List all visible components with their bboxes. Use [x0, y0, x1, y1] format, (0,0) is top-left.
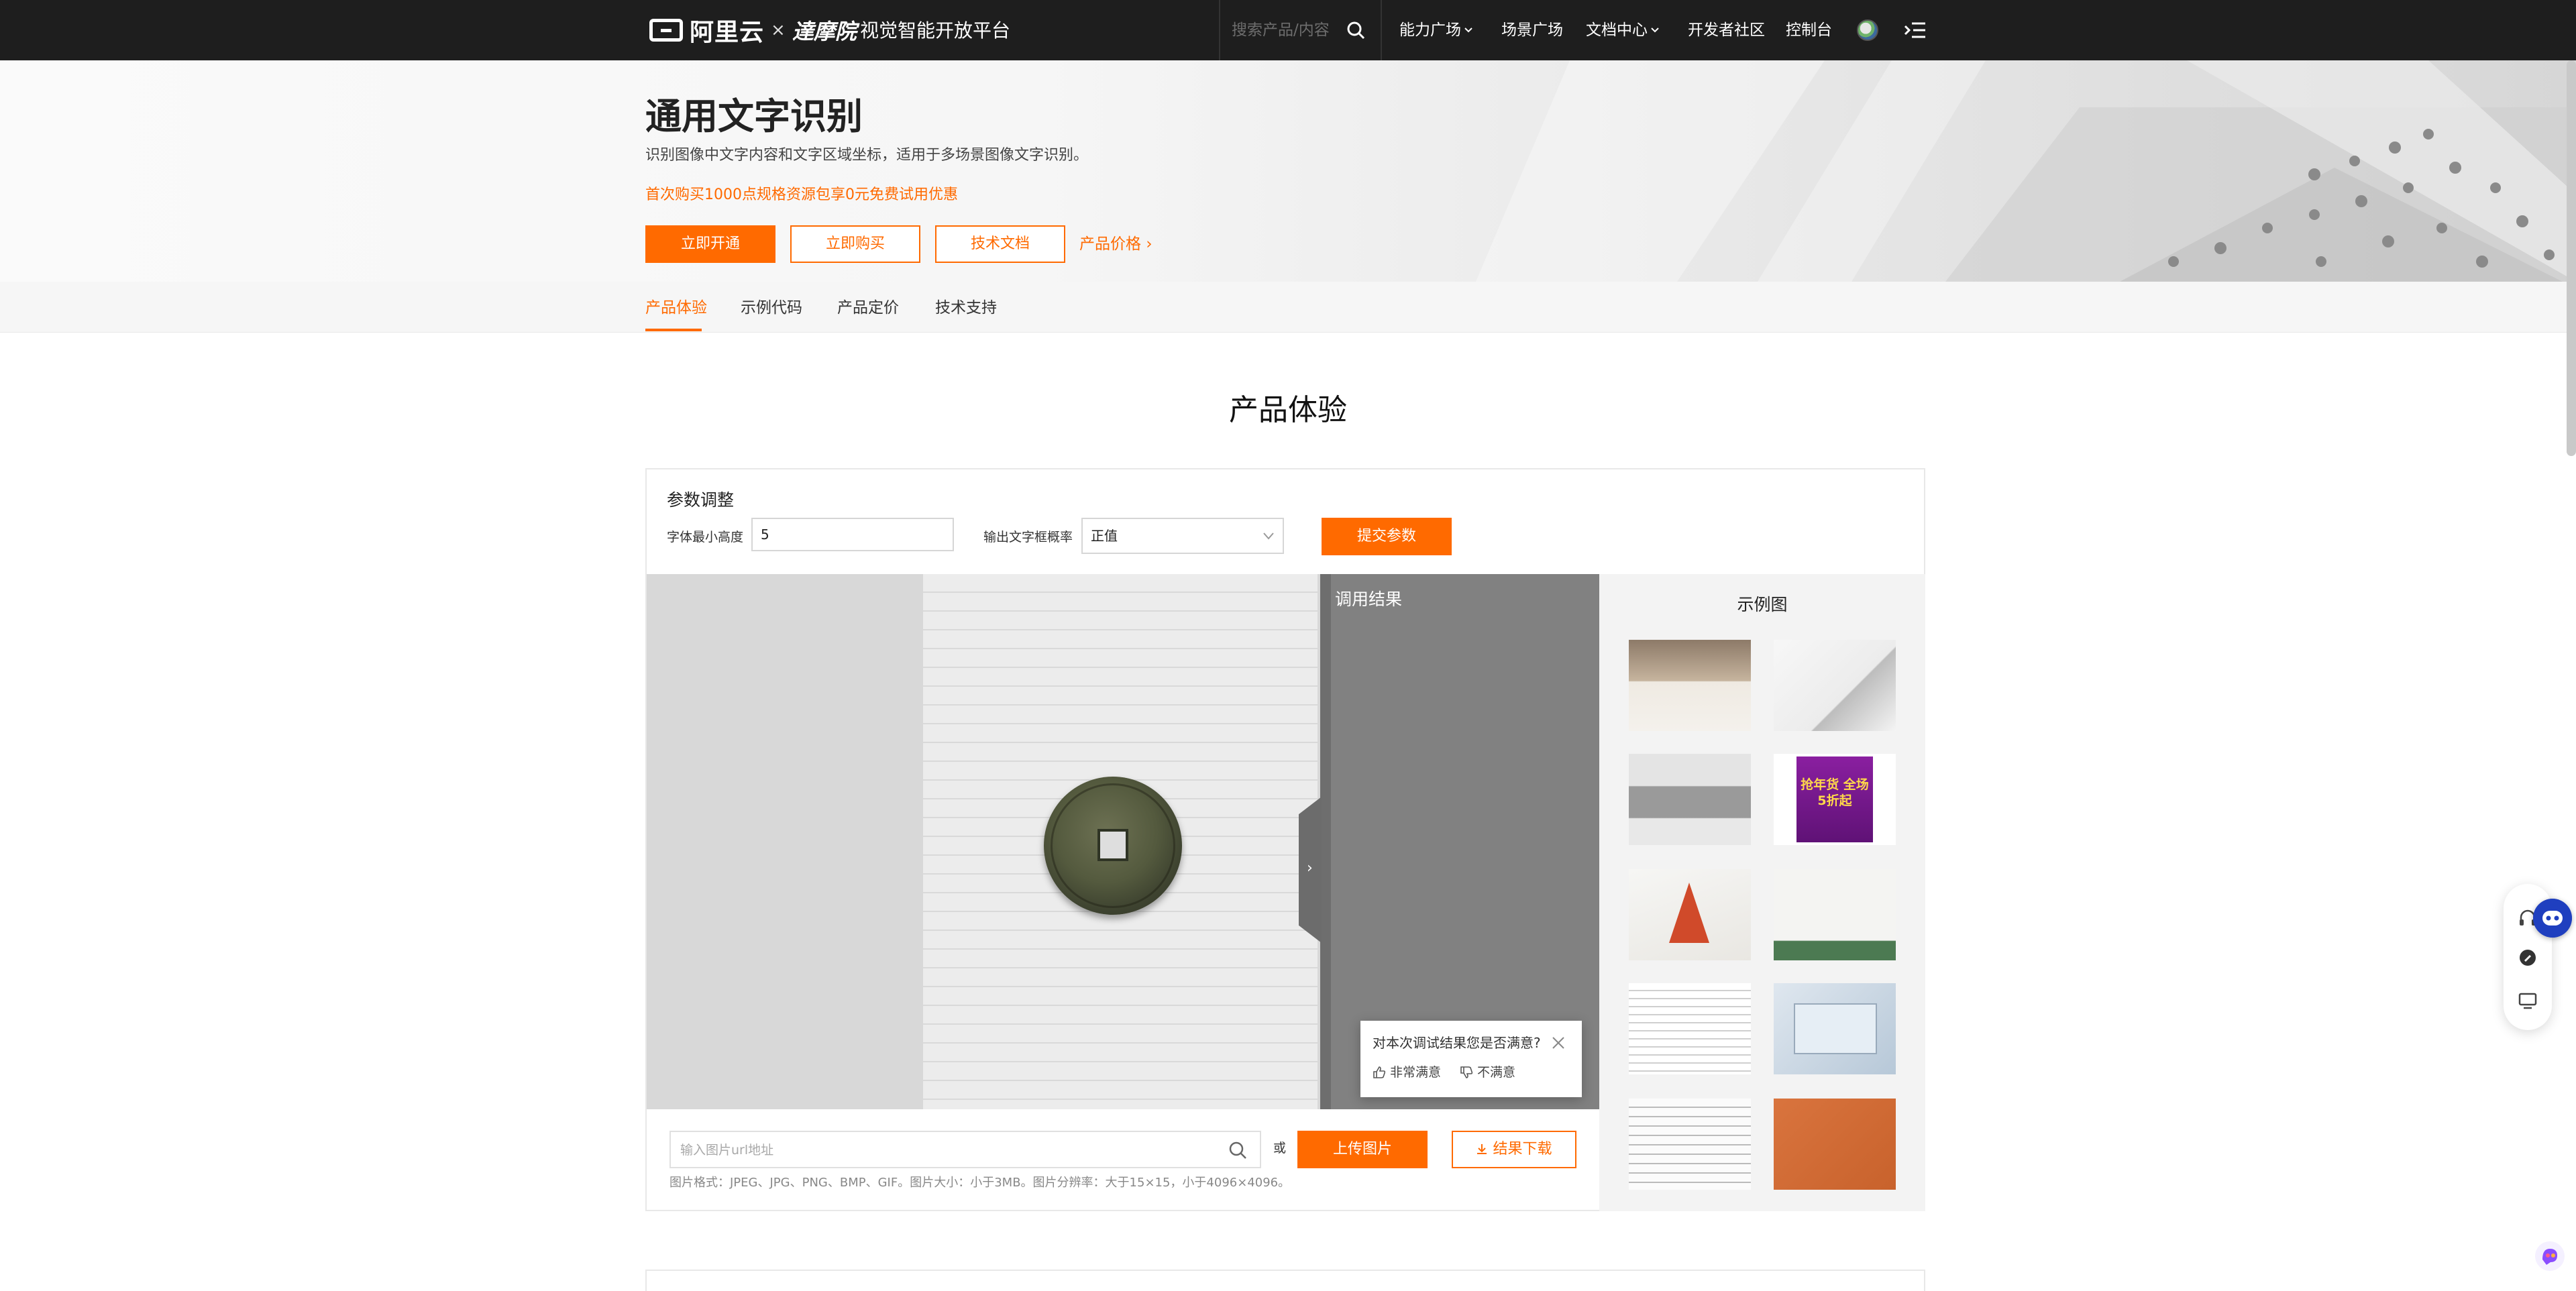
- tab-support[interactable]: 技术支持: [935, 298, 997, 318]
- sample-thumb[interactable]: 抢年货 全场5折起: [1774, 754, 1896, 845]
- nav-item-capability[interactable]: 能力广场: [1399, 20, 1473, 40]
- nav-item-scenes[interactable]: 场景广场: [1501, 20, 1563, 40]
- platform-title[interactable]: 视觉智能开放平台: [860, 19, 1010, 43]
- prob-select-value: 正值: [1091, 528, 1118, 544]
- feedback-question: 对本次调试结果您是否满意?: [1373, 1035, 1541, 1051]
- page-description: 识别图像中文字内容和文字区域坐标，适用于多场景图像文字识别。: [645, 147, 1089, 164]
- tab-pricing[interactable]: 产品定价: [837, 298, 899, 318]
- samples-title: 示例图: [1737, 595, 1788, 614]
- chevron-right-icon: ›: [1307, 860, 1313, 877]
- download-result-label: 结果下载: [1493, 1141, 1552, 1158]
- page-title: 通用文字识别: [645, 95, 863, 137]
- active-tab-indicator: [645, 329, 702, 331]
- menu-icon[interactable]: [1904, 20, 1927, 40]
- brand-separator: ×: [771, 20, 786, 40]
- coin-image: [1044, 777, 1182, 915]
- feedback-satisfied[interactable]: 非常满意: [1373, 1064, 1441, 1081]
- section-title: 产品体验: [1229, 393, 1347, 427]
- sample-thumb[interactable]: [1774, 1099, 1896, 1190]
- next-section-card: [645, 1270, 1925, 1291]
- nav-item-label: 控制台: [1786, 21, 1832, 39]
- nav-item-label: 场景广场: [1501, 21, 1563, 39]
- avatar[interactable]: [1857, 19, 1878, 41]
- brand-name: 阿里云: [690, 19, 765, 46]
- page-scrollbar[interactable]: [2567, 60, 2576, 456]
- chat-bot-icon[interactable]: [2533, 899, 2572, 938]
- partner-name: 達摩院: [792, 19, 857, 44]
- image-url-input[interactable]: 输入图片url地址: [669, 1131, 1261, 1168]
- image-url-placeholder: 输入图片url地址: [680, 1143, 774, 1158]
- top-nav: 阿里云 × 達摩院 视觉智能开放平台 搜索产品/内容 能力广场 场景广场 文档中…: [0, 0, 2576, 60]
- feedback-icon[interactable]: [2517, 947, 2538, 968]
- search-icon[interactable]: [1346, 20, 1366, 40]
- docs-button[interactable]: 技术文档: [935, 225, 1065, 263]
- chevron-right-icon: ›: [1146, 235, 1152, 253]
- brand-logo[interactable]: 阿里云 × 達摩院: [649, 16, 857, 46]
- nav-search-input[interactable]: 搜索产品/内容: [1232, 20, 1330, 40]
- aliyun-logo-icon: [649, 19, 683, 42]
- sample-thumb[interactable]: [1774, 640, 1896, 731]
- sample-thumb[interactable]: [1629, 983, 1751, 1074]
- chevron-down-icon: [1651, 27, 1659, 33]
- ai-assistant-icon[interactable]: [2533, 1239, 2567, 1273]
- sample-thumb[interactable]: [1629, 640, 1751, 731]
- nav-item-community[interactable]: 开发者社区: [1688, 20, 1765, 40]
- tab-experience[interactable]: 产品体验: [645, 298, 707, 318]
- sample-thumb[interactable]: [1629, 754, 1751, 845]
- nav-divider: [1219, 0, 1220, 60]
- sample-thumb[interactable]: [1774, 983, 1896, 1074]
- promo-text[interactable]: 首次购买1000点规格资源包享0元免费试用优惠: [645, 186, 958, 205]
- nav-item-label: 文档中心: [1586, 21, 1648, 39]
- download-result-button[interactable]: 结果下载: [1452, 1131, 1576, 1168]
- price-link-label: 产品价格: [1079, 235, 1141, 253]
- submit-params-button[interactable]: 提交参数: [1322, 518, 1452, 555]
- coin-hole: [1097, 829, 1128, 861]
- sample-poster: 抢年货 全场5折起: [1796, 756, 1873, 842]
- result-title: 调用结果: [1335, 590, 1403, 609]
- thumbs-down-icon: [1460, 1066, 1473, 1078]
- upload-image-button[interactable]: 上传图片: [1297, 1131, 1428, 1168]
- activate-button[interactable]: 立即开通: [645, 225, 775, 263]
- feedback-unsatisfied[interactable]: 不满意: [1460, 1064, 1515, 1081]
- download-icon: [1477, 1144, 1487, 1154]
- tab-sample-code[interactable]: 示例代码: [741, 298, 802, 318]
- collapse-handle[interactable]: ›: [1299, 797, 1322, 943]
- tab-bar: 产品体验 示例代码 产品定价 技术支持: [0, 282, 2576, 333]
- min-font-label: 字体最小高度: [667, 530, 744, 545]
- min-font-input[interactable]: 5: [751, 518, 954, 551]
- search-icon[interactable]: [1228, 1140, 1248, 1160]
- params-title: 参数调整: [667, 490, 735, 510]
- feedback-unsatisfied-label: 不满意: [1477, 1065, 1516, 1080]
- prob-label: 输出文字框概率: [983, 530, 1073, 545]
- sample-pagoda: [1669, 883, 1709, 943]
- screen-icon[interactable]: [2517, 990, 2538, 1011]
- sample-id-card: [1794, 1003, 1877, 1054]
- result-strip: [1320, 574, 1331, 1109]
- nav-divider: [1381, 0, 1382, 60]
- buy-button[interactable]: 立即购买: [790, 225, 920, 263]
- chevron-down-icon: [1263, 532, 1274, 540]
- prob-select[interactable]: 正值: [1081, 518, 1284, 554]
- nav-item-docs[interactable]: 文档中心: [1586, 20, 1660, 40]
- thumbs-up-icon: [1373, 1066, 1386, 1078]
- sample-thumb[interactable]: [1629, 1099, 1751, 1190]
- feedback-satisfied-label: 非常满意: [1390, 1065, 1442, 1080]
- format-hint: 图片格式：JPEG、JPG、PNG、BMP、GIF。图片大小：小于3MB。图片分…: [669, 1176, 1291, 1190]
- feedback-popup: 对本次调试结果您是否满意? 非常满意 不满意: [1360, 1021, 1582, 1097]
- uploaded-image: [923, 574, 1318, 1109]
- demo-panel: 参数调整 字体最小高度 5 输出文字框概率 正值 提交参数 调用结果 › 对本次…: [645, 468, 1925, 1211]
- sample-gallery: 示例图 抢年货 全场5折起: [1599, 574, 1925, 1211]
- hero-decoration: [1476, 60, 2576, 282]
- hero-banner: 通用文字识别 识别图像中文字内容和文字区域坐标，适用于多场景图像文字识别。 首次…: [0, 60, 2576, 282]
- price-link[interactable]: 产品价格 ›: [1079, 234, 1152, 254]
- sample-thumb[interactable]: [1629, 869, 1751, 960]
- or-label: 或: [1273, 1141, 1287, 1156]
- chevron-down-icon: [1464, 27, 1472, 33]
- nav-item-console[interactable]: 控制台: [1786, 20, 1832, 40]
- nav-item-label: 能力广场: [1399, 21, 1461, 39]
- close-icon[interactable]: [1551, 1035, 1566, 1050]
- nav-item-label: 开发者社区: [1688, 21, 1765, 39]
- sample-thumb[interactable]: [1774, 869, 1896, 960]
- image-stage: 调用结果 › 对本次调试结果您是否满意? 非常满意 不满意: [647, 574, 1599, 1109]
